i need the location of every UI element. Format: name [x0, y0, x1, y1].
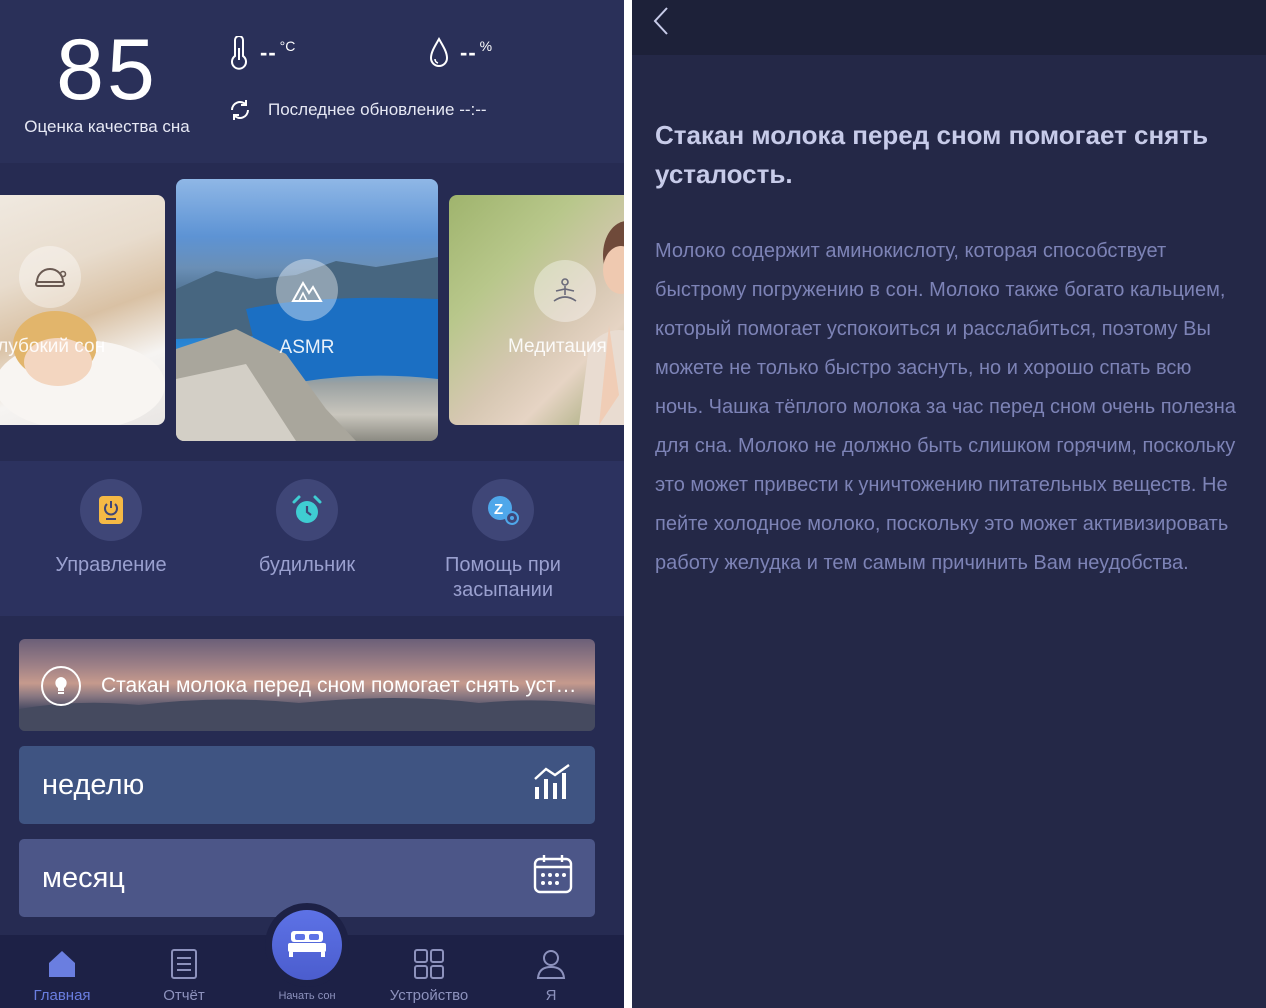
screen-divider: [624, 0, 632, 1008]
start-sleep-label: Начать сон: [278, 990, 336, 1002]
card-meditation[interactable]: Медитация: [449, 195, 624, 425]
home-screen: 85 Оценка качества сна -- °C -- % Послед…: [0, 0, 624, 1008]
refresh-icon[interactable]: [228, 98, 252, 122]
menu-alarm-label: будильник: [258, 554, 356, 576]
card-meditation-label: Медитация: [508, 336, 607, 357]
temperature-unit: °C: [279, 38, 296, 54]
devices-grid-icon[interactable]: [369, 947, 489, 981]
article-header: [632, 0, 1266, 55]
last-update[interactable]: Последнее обновление --:--: [228, 98, 487, 122]
sleep-tip-text: Стакан молока перед сном помогает снять …: [101, 674, 581, 697]
temperature-value: --: [260, 40, 277, 65]
sleep-score: 85: [56, 22, 158, 118]
card-deep-sleep-label: Глубокий сон: [0, 336, 106, 357]
svg-text:Z: Z: [494, 501, 503, 518]
sound-cards-carousel[interactable]: Глубокий сон ASMR Медитация: [0, 163, 624, 461]
back-button[interactable]: [646, 6, 676, 40]
humidity-metric: -- %: [428, 36, 492, 75]
water-drop-icon: [428, 36, 450, 75]
card-deep-sleep[interactable]: Глубокий сон: [0, 195, 165, 425]
card-asmr-label: ASMR: [279, 337, 335, 358]
menu-control-label: Управление: [55, 554, 167, 576]
menu-alarm[interactable]: будильник: [207, 479, 407, 578]
temperature-metric: -- °C: [228, 35, 296, 75]
feature-menu: Управление будильник Z Помощь при засыпа…: [0, 461, 624, 616]
nav-devices[interactable]: Устройство: [369, 947, 489, 1004]
bar-chart-icon: [533, 763, 573, 807]
card-asmr[interactable]: ASMR: [176, 179, 438, 441]
menu-control[interactable]: Управление: [11, 479, 211, 578]
week-report-button[interactable]: неделю: [19, 746, 595, 824]
chevron-left-icon[interactable]: [652, 6, 670, 41]
nav-report-label: Отчёт: [163, 987, 205, 1004]
week-label: неделю: [42, 768, 145, 801]
article-body: Молоко содержит аминокислоту, которая сп…: [655, 240, 1236, 574]
user-icon[interactable]: [491, 947, 611, 981]
report-icon[interactable]: [124, 947, 244, 981]
sleep-tip-banner[interactable]: Стакан молока перед сном помогает снять …: [19, 639, 595, 731]
nav-home[interactable]: Главная: [2, 947, 122, 1004]
humidity-value: --: [460, 40, 477, 65]
thermometer-icon: [228, 35, 250, 75]
lightbulb-icon: [41, 666, 81, 706]
start-sleep-button[interactable]: [272, 910, 342, 980]
article-screen: Стакан молока перед сном помогает снять …: [632, 0, 1266, 1008]
nav-devices-label: Устройство: [389, 987, 469, 1004]
sleep-score-label: Оценка качества сна: [24, 117, 190, 136]
nav-home-label: Главная: [33, 987, 91, 1004]
humidity-unit: %: [479, 38, 493, 54]
meditation-icon: [534, 260, 596, 322]
nav-report[interactable]: Отчёт: [124, 947, 244, 1004]
month-label: месяц: [42, 861, 125, 894]
home-icon[interactable]: [2, 947, 122, 981]
menu-sleep-aid[interactable]: Z Помощь при засыпании: [403, 479, 603, 603]
mountain-icon: [276, 259, 338, 321]
sleep-aid-icon[interactable]: Z: [472, 479, 534, 541]
sleep-cap-icon: [19, 246, 81, 308]
calendar-icon: [533, 854, 573, 902]
bed-icon[interactable]: [287, 928, 327, 963]
power-icon[interactable]: [80, 479, 142, 541]
nav-me[interactable]: Я: [491, 947, 611, 1004]
last-update-text: Последнее обновление --:--: [268, 100, 487, 119]
nav-me-label: Я: [545, 987, 557, 1004]
menu-sleep-aid-label: Помощь при засыпании: [445, 554, 561, 601]
article-title: Стакан молока перед сном помогает снять …: [655, 120, 1209, 189]
alarm-clock-icon[interactable]: [276, 479, 338, 541]
sleep-stats-panel: 85 Оценка качества сна -- °C -- % Послед…: [0, 0, 624, 163]
